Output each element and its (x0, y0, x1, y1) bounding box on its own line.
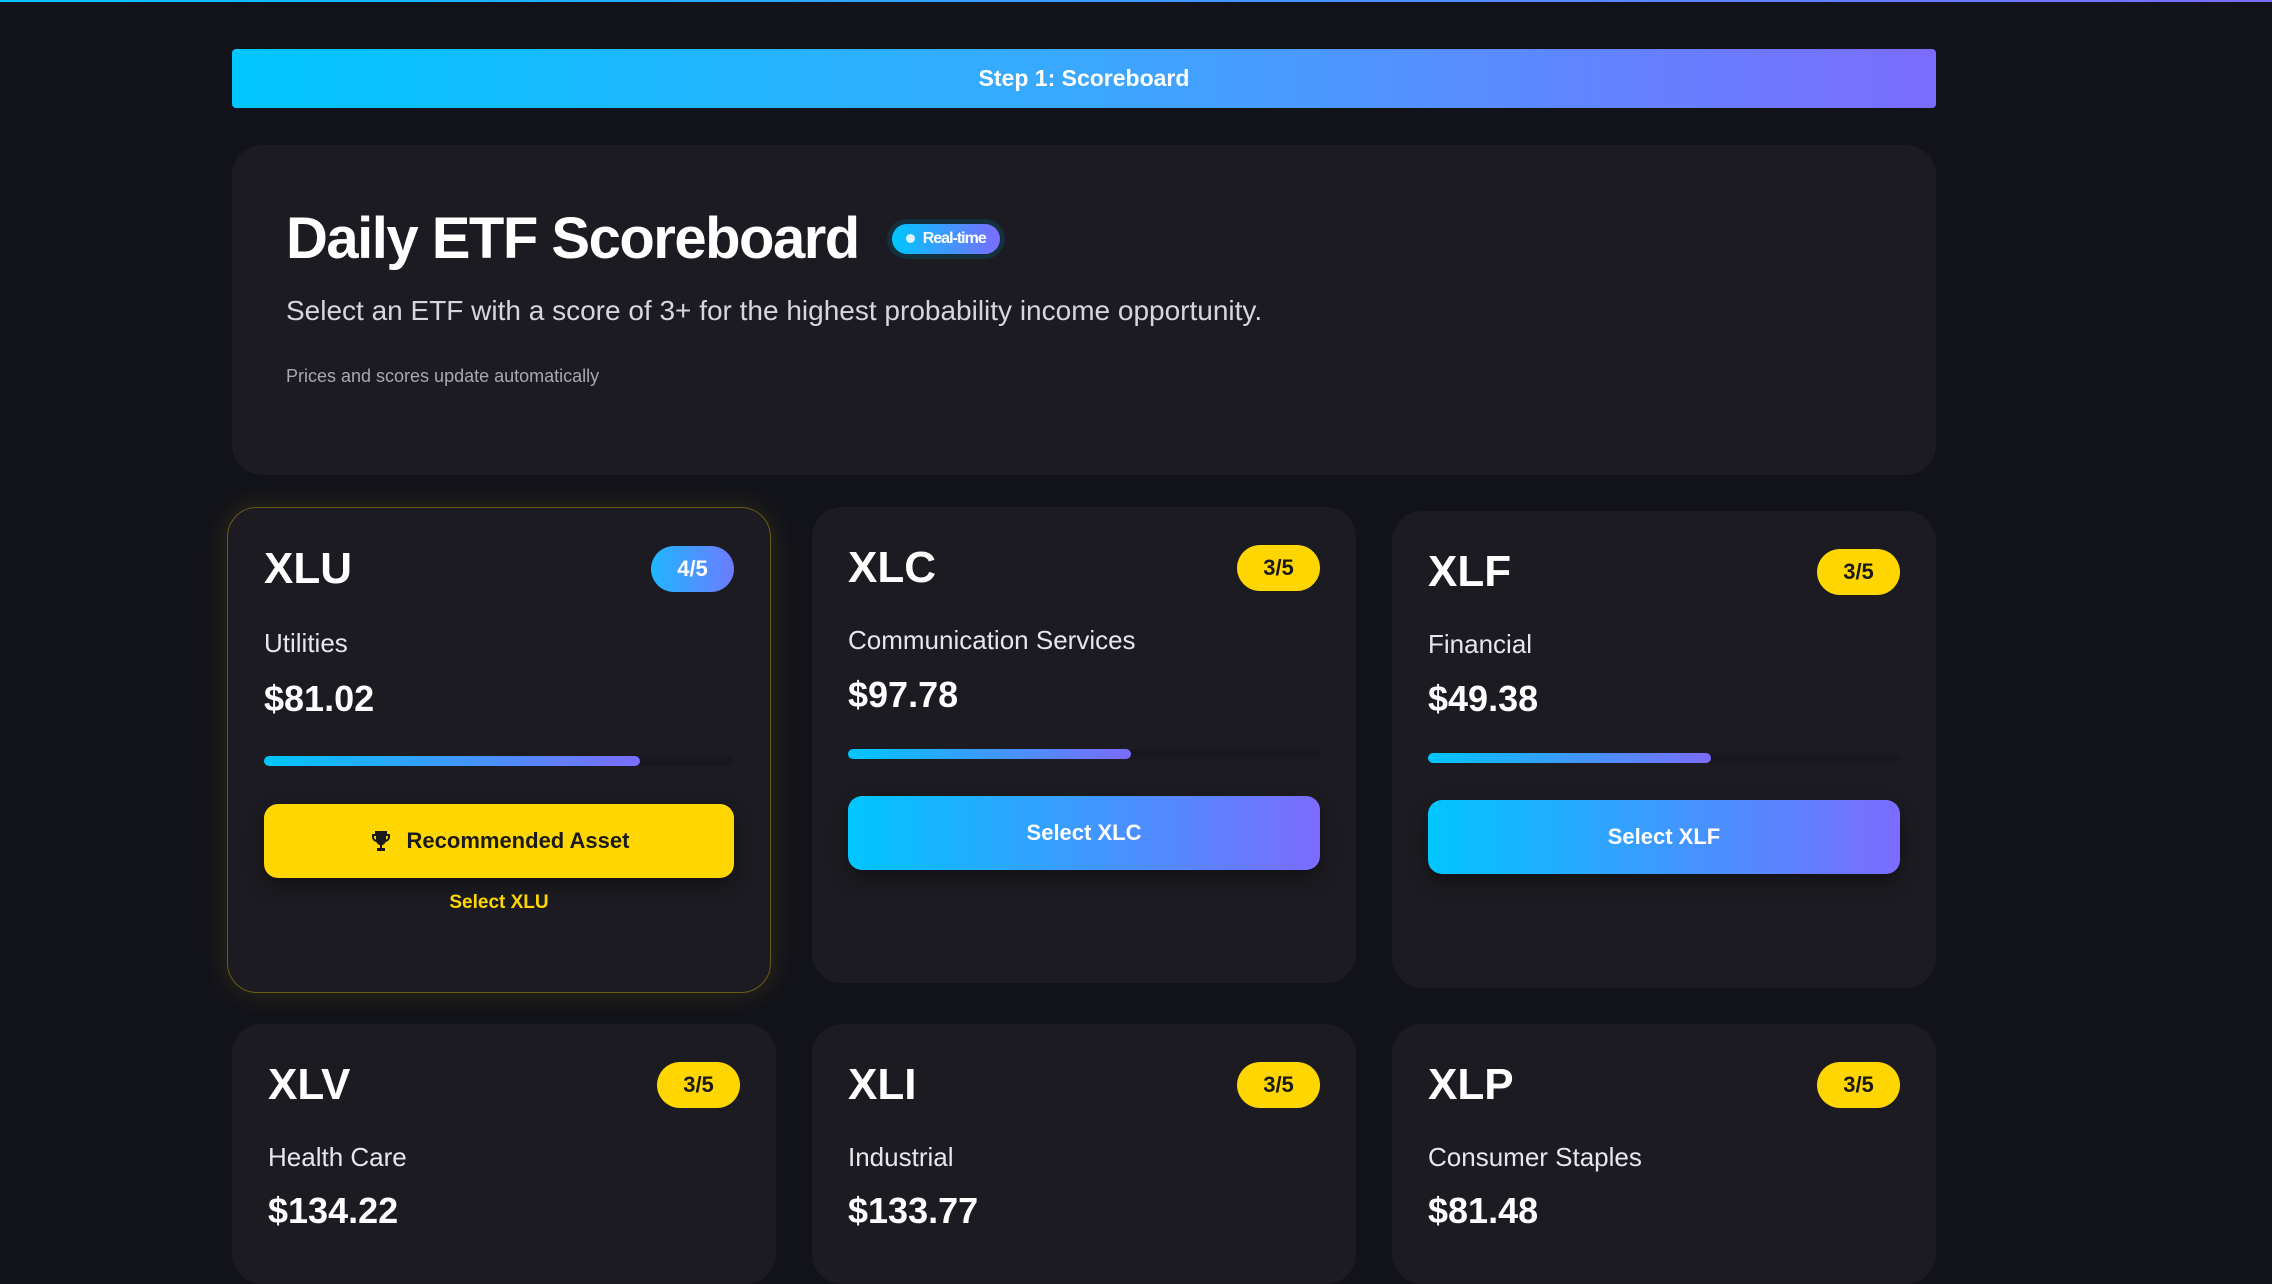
etf-card-xli: XLI 3/5 Industrial $133.77 (812, 1024, 1356, 1284)
etf-card-xlp: XLP 3/5 Consumer Staples $81.48 (1392, 1024, 1936, 1284)
sector-name: Health Care (268, 1142, 407, 1172)
page-title: Daily ETF Scoreboard (286, 206, 860, 271)
select-xlf-button[interactable]: Select XLF (1428, 800, 1900, 874)
sector-name: Industrial (848, 1142, 954, 1172)
etf-card-xlu: XLU 4/5 Utilities $81.02 Recommended Ass… (227, 507, 771, 993)
ticker-symbol: XLI (848, 1060, 917, 1109)
card-header: XLP 3/5 (1428, 1060, 1900, 1109)
realtime-badge-label: Real-time (922, 229, 987, 247)
etf-price: $134.22 (268, 1190, 399, 1231)
top-accent-line (0, 0, 2272, 2)
score-badge: 3/5 (1237, 1062, 1320, 1108)
etf-price: $81.02 (264, 678, 375, 719)
live-dot-icon (905, 234, 915, 243)
score-progress-fill (848, 749, 1132, 759)
sector-name: Financial (1428, 629, 1533, 659)
etf-card-xlf: XLF 3/5 Financial $49.38 Select XLF (1392, 511, 1936, 988)
ticker-symbol: XLP (1428, 1060, 1514, 1109)
etf-price: $49.38 (1428, 678, 1539, 719)
score-progress-bar (264, 756, 734, 766)
etf-card-xlv: XLV 3/5 Health Care $134.22 (232, 1024, 776, 1284)
score-badge: 3/5 (1817, 1062, 1900, 1108)
sector-name: Consumer Staples (1428, 1142, 1642, 1172)
realtime-badge-wrapper: Real-time (886, 218, 1005, 259)
select-xlc-button[interactable]: Select XLC (848, 796, 1320, 870)
trophy-icon (371, 831, 390, 851)
select-button-label: Select XLC (1026, 820, 1142, 845)
scoreboard-header: Daily ETF Scoreboard Real-time Select an… (232, 145, 1936, 475)
etf-price: $97.78 (848, 674, 959, 715)
card-header: XLU 4/5 (264, 544, 734, 593)
ticker-symbol: XLU (264, 544, 352, 593)
title-row: Daily ETF Scoreboard Real-time (286, 205, 1005, 272)
score-badge: 3/5 (1817, 549, 1900, 595)
sector-name: Utilities (264, 628, 348, 658)
score-badge: 3/5 (1237, 545, 1320, 591)
step-banner: Step 1: Scoreboard (232, 49, 1936, 108)
score-progress-fill (1428, 753, 1712, 763)
recommended-asset-button[interactable]: Recommended Asset (264, 804, 734, 878)
card-header: XLI 3/5 (848, 1060, 1320, 1109)
score-progress-bar (848, 749, 1320, 759)
card-header: XLC 3/5 (848, 543, 1320, 592)
score-progress-bar (1428, 753, 1900, 763)
etf-card-xlc: XLC 3/5 Communication Services $97.78 Se… (812, 507, 1356, 983)
select-button-label: Select XLF (1607, 824, 1721, 849)
etf-price: $133.77 (848, 1190, 979, 1231)
card-header: XLV 3/5 (268, 1060, 740, 1109)
card-header: XLF 3/5 (1428, 547, 1900, 596)
score-badge: 3/5 (657, 1062, 740, 1108)
select-xlu-link[interactable]: Select XLU (228, 892, 770, 914)
score-progress-fill (264, 756, 640, 766)
step-label: Step 1: Scoreboard (978, 65, 1190, 91)
recommended-asset-label: Recommended Asset (406, 828, 630, 853)
ticker-symbol: XLF (1428, 547, 1512, 596)
sector-name: Communication Services (848, 625, 1136, 655)
ticker-symbol: XLC (848, 543, 936, 592)
update-note: Prices and scores update automatically (286, 366, 600, 386)
etf-price: $81.48 (1428, 1190, 1539, 1231)
ticker-symbol: XLV (268, 1060, 351, 1109)
realtime-badge: Real-time (891, 223, 1000, 254)
score-badge: 4/5 (651, 546, 734, 592)
page-subtitle: Select an ETF with a score of 3+ for the… (286, 295, 1263, 326)
